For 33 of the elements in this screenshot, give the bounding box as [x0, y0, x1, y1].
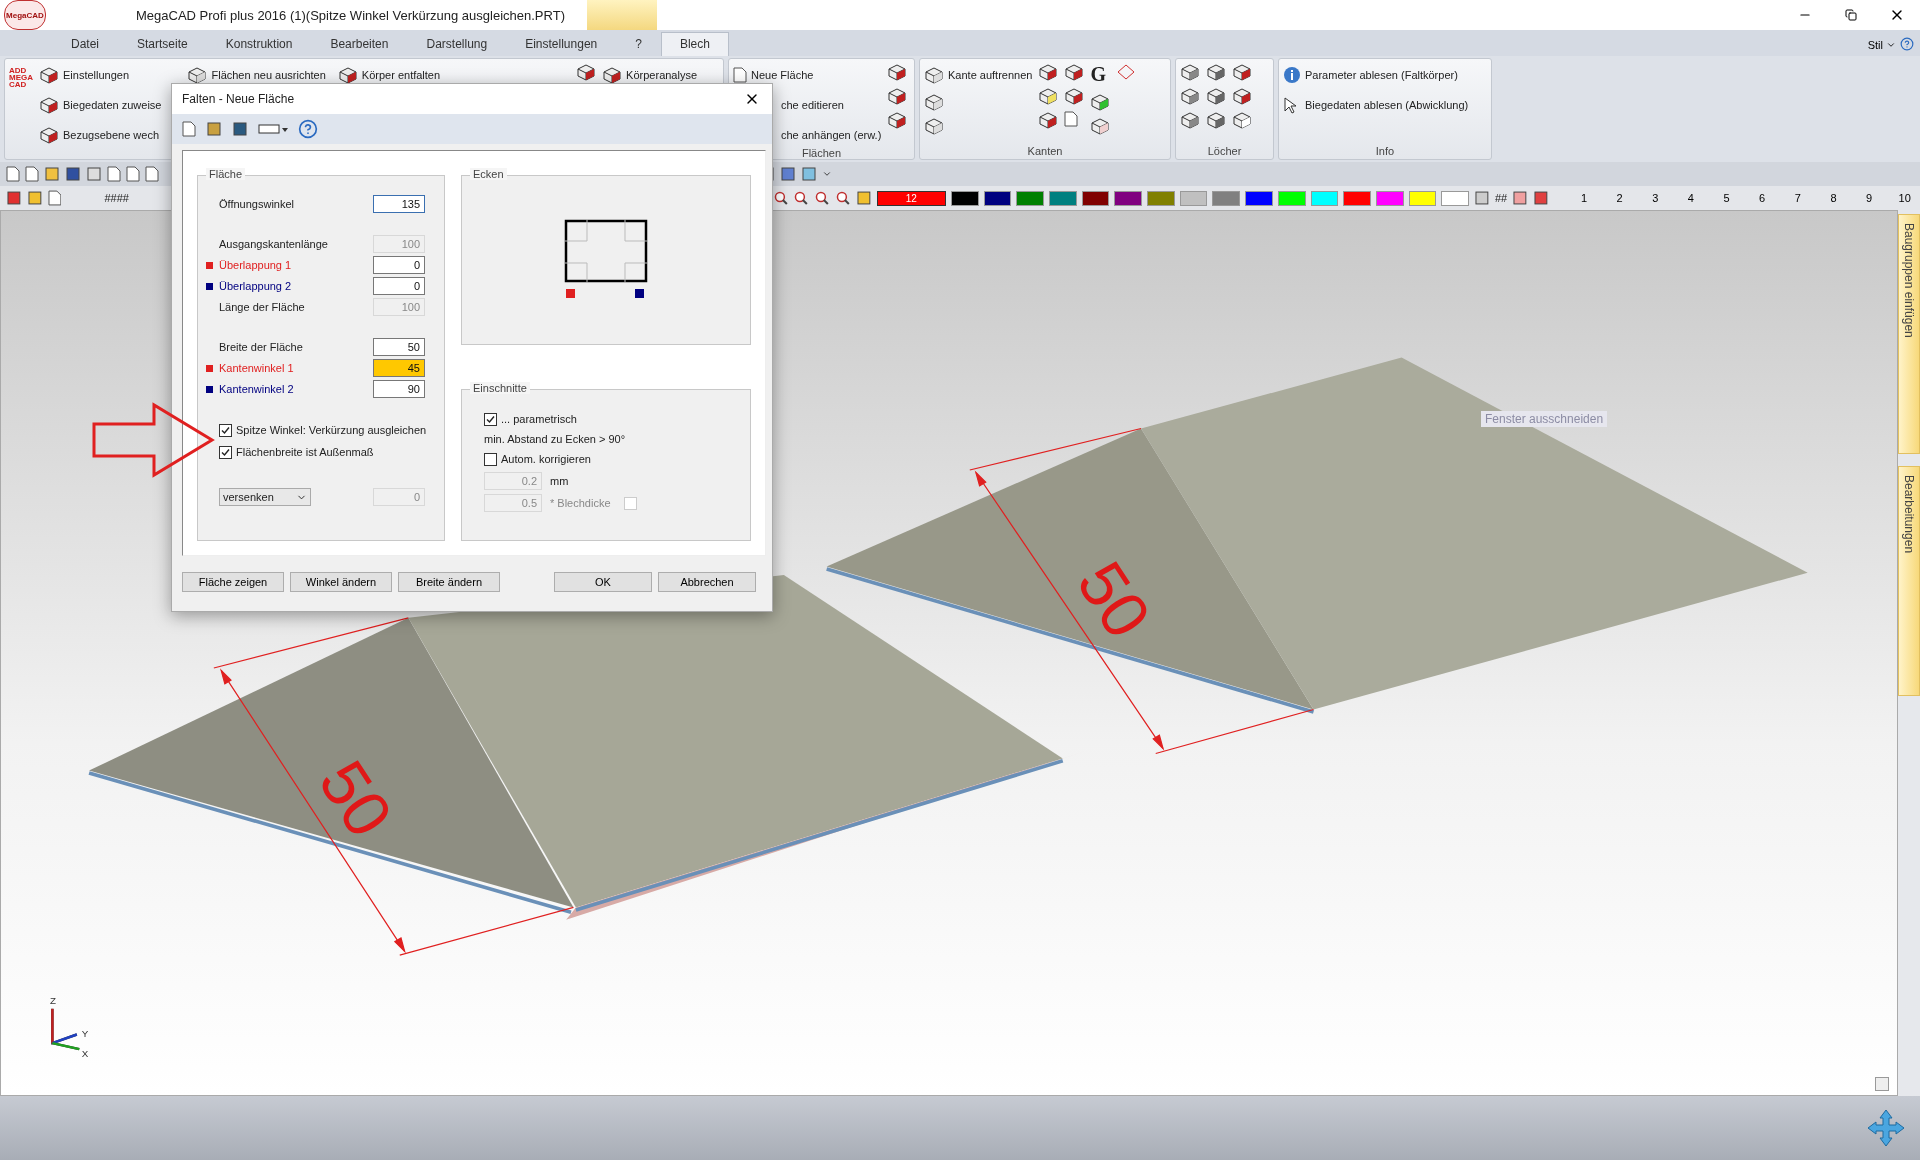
group-title: Info	[1374, 145, 1396, 159]
dialog-title: Falten - Neue Fläche	[182, 92, 295, 106]
group-title: Flächen	[800, 147, 843, 161]
unit-label: mm	[550, 475, 570, 487]
field-label: Öffnungswinkel	[219, 198, 295, 210]
unit-label: * Blechdicke	[550, 497, 612, 509]
dimension-value: 50	[304, 747, 408, 850]
checkbox-label: Spitze Winkel: Verkürzung ausgleichen	[236, 424, 428, 436]
field-label: Kantenwinkel 1	[219, 362, 295, 374]
group-title: Kanten	[1026, 145, 1064, 159]
checkbox-label: Autom. korrigieren	[501, 453, 592, 465]
checkbox-label: ... parametrisch	[501, 413, 578, 425]
group-title: Löcher	[1206, 145, 1243, 159]
number-field: 0	[373, 488, 425, 506]
ribbon-logo: ADD MEGA CAD	[9, 65, 33, 91]
note-text: min. Abstand zu Ecken > 90°	[484, 433, 627, 445]
field-label: Länge der Fläche	[219, 301, 306, 313]
code-label: ####	[104, 192, 129, 204]
checkbox-label: Flächenbreite ist Außenmaß	[236, 446, 375, 458]
window-title: MegaCAD Profi plus 2016 (1)(Spitze Winkel Verkürzung ausgleichen.PRT)	[136, 7, 565, 23]
dimension-value: 50	[1063, 548, 1166, 651]
hint-text: Fenster ausschneiden	[1481, 411, 1608, 427]
number-field: 0.2	[484, 472, 542, 490]
field-label: Breite der Fläche	[219, 341, 304, 353]
group-title: Einschnitte	[470, 382, 530, 394]
field-label: Kantenwinkel 2	[219, 383, 295, 395]
group-title: Ecken	[470, 168, 507, 180]
field-label: Überlappung 1	[219, 259, 293, 271]
field-label: Überlappung 2	[219, 280, 293, 292]
group-title: Fläche	[206, 168, 246, 180]
grid-label: ##	[1494, 192, 1508, 204]
number-field: 0.5	[484, 494, 542, 512]
field-label: Ausgangskantenlänge	[219, 238, 329, 250]
